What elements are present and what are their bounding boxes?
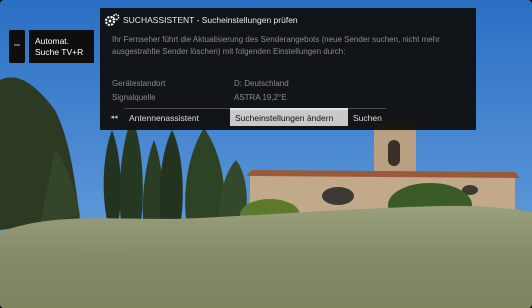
side-menu-item-auto-search[interactable]: Automat. Suche TV+R: [29, 30, 94, 63]
rewind-icon[interactable]: ◂◂: [104, 108, 124, 126]
setting-row-location: Gerätestandort D: Deutschland: [112, 79, 289, 88]
search-assistant-dialog: SUCHASSISTENT - Sucheinstellungen prüfen…: [100, 8, 476, 130]
side-menu-collapsed[interactable]: [9, 30, 25, 63]
gear-icon: [104, 13, 120, 27]
dialog-title: SUCHASSISTENT - Sucheinstellungen prüfen: [123, 15, 298, 25]
side-menu-label-line1: Automat.: [35, 36, 70, 46]
dialog-header: SUCHASSISTENT - Sucheinstellungen prüfen: [104, 13, 298, 27]
tv-screen: Automat. Suche TV+R SUCHASSISTENT - Such…: [0, 0, 532, 308]
setting-label: Signalquelle: [112, 93, 156, 102]
change-search-settings-button[interactable]: Sucheinstellungen ändern: [230, 108, 348, 126]
antenna-assistant-button[interactable]: Antennenassistent: [124, 108, 230, 126]
setting-value: D: Deutschland: [234, 79, 289, 88]
side-menu-label-line2: Suche TV+R: [35, 47, 84, 57]
dialog-button-bar: ◂◂ Antennenassistent Sucheinstellungen ä…: [104, 108, 386, 126]
setting-label: Gerätestandort: [112, 79, 166, 88]
dialog-message: Ihr Fernseher führt die Aktualisierung d…: [112, 35, 440, 56]
setting-row-signal-source: Signalquelle ASTRA 19,2°E: [112, 93, 287, 102]
search-button[interactable]: Suchen: [348, 108, 386, 126]
setting-value: ASTRA 19,2°E: [234, 93, 287, 102]
